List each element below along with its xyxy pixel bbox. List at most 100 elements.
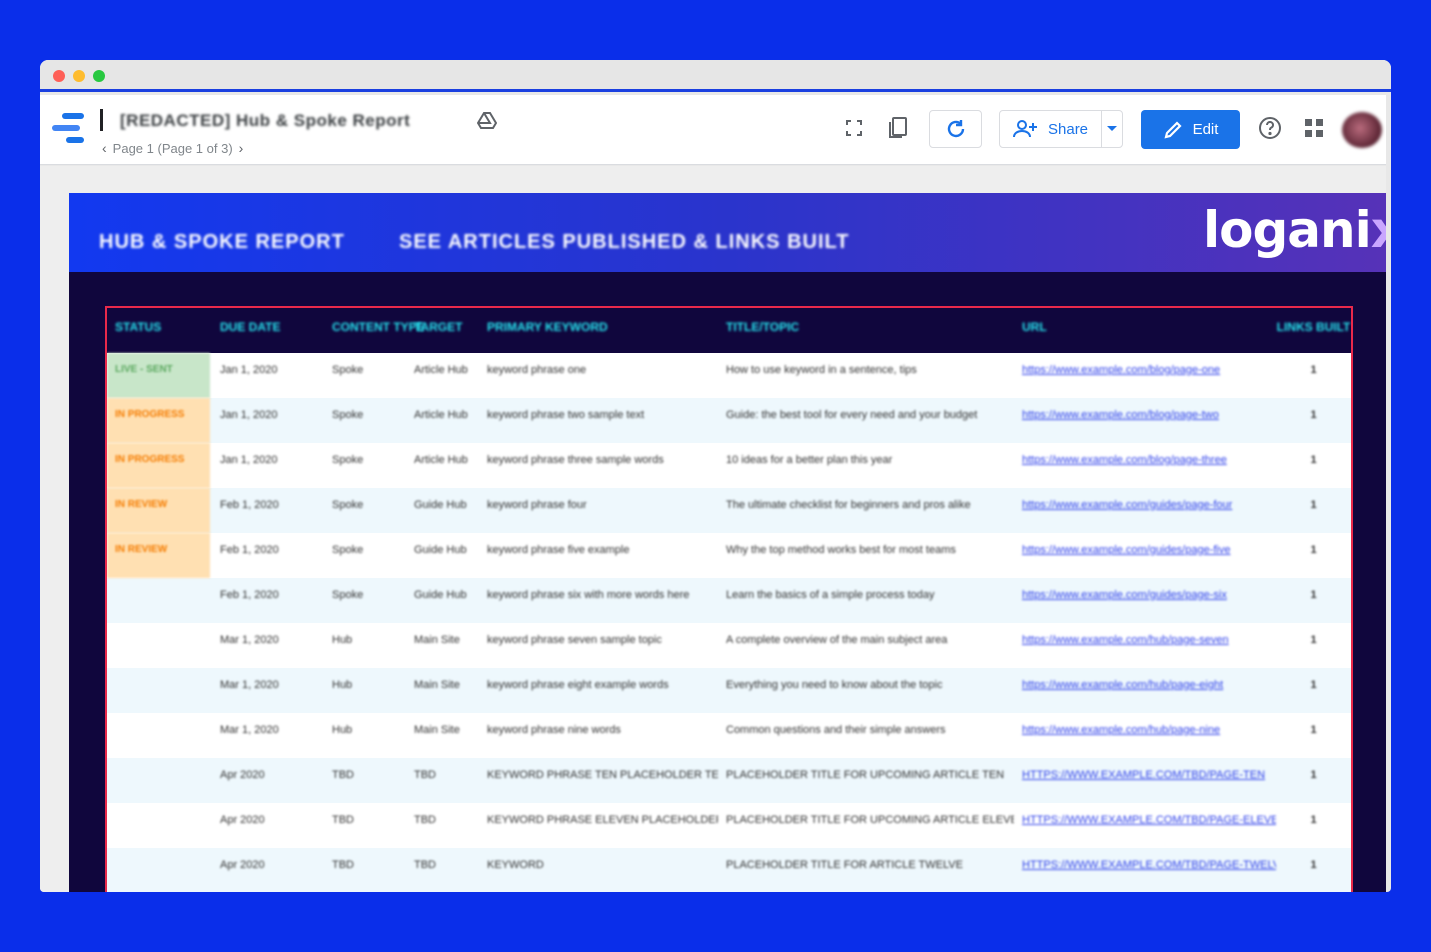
table-row[interactable]: IN REVIEW Feb 1, 2020 Spoke Guide Hub keywor… [107,488,1351,533]
column-header[interactable]: URL [1014,308,1276,353]
url-link[interactable]: https://www.example.com/hub/page-nine [1014,713,1276,758]
share-dropdown-caret-icon[interactable] [1107,126,1117,131]
maximize-window-button[interactable] [93,70,105,82]
url-link[interactable]: HTTPS://WWW.EXAMPLE.COM/TBD/PAGE-TEN [1014,758,1276,803]
table-row[interactable]: Apr 2020 TBD TBD KEYWORD PLACEHOLDER TITLE F… [107,848,1351,892]
table-cell-target: Guide Hub [414,589,467,601]
table-cell-date: Apr 2020 [220,769,265,781]
table-cell-target: TBD [414,814,436,826]
table-cell-keyword: KEYWORD PHRASE ELEVEN PLACEHOLDER [487,814,718,826]
table-cell-title: The ultimate checklist for beginners and… [726,499,971,511]
table-cell-date: Feb 1, 2020 [220,499,279,511]
report-canvas: HUB & SPOKE REPORT SEE ARTICLES PUBLISHE… [40,166,1386,892]
url-link[interactable]: https://www.example.com/guides/page-five [1014,533,1276,578]
table-cell-keyword: keyword phrase three sample words [487,454,664,466]
table-cell-status [107,758,210,803]
refresh-icon [947,120,964,138]
table-cell-date: Jan 1, 2020 [220,364,278,376]
table-cell-type: Hub [332,679,353,691]
table-cell-type: Hub [332,634,353,646]
table-cell-keyword: keyword phrase six with more words here [487,589,690,601]
prev-page-icon[interactable]: ‹ [102,140,107,156]
edit-button[interactable]: Edit [1141,110,1240,149]
fullscreen-icon[interactable] [841,115,867,141]
table-cell-date: Jan 1, 2020 [220,409,278,421]
table-cell-type: TBD [332,859,354,871]
title-cursor [100,109,103,131]
window-titlebar [40,60,1391,92]
table-cell-status [107,623,210,668]
table-row[interactable]: IN PROGRESS Jan 1, 2020 Spoke Article Hub ke… [107,398,1351,443]
close-window-button[interactable] [53,70,65,82]
table-row[interactable]: Mar 1, 2020 Hub Main Site keyword phrase ni… [107,713,1351,758]
page-navigator: ‹ Page 1 (Page 1 of 3) › [102,140,243,156]
url-link[interactable]: https://www.example.com/hub/page-seven [1014,623,1276,668]
url-link[interactable]: https://www.example.com/hub/page-eight [1014,668,1276,713]
table-cell-links: 1 [1310,724,1317,736]
table-cell-status [107,848,210,892]
table-cell-keyword: keyword phrase seven sample topic [487,634,662,646]
table-cell-title: PLACEHOLDER TITLE FOR ARTICLE TWELVE [726,859,963,871]
url-link[interactable]: HTTPS://WWW.EXAMPLE.COM/TBD/PAGE-TWELVE [1014,848,1276,892]
table-cell-target: Article Hub [414,454,468,466]
refresh-button[interactable] [929,110,982,148]
table-cell-keyword: keyword phrase five example [487,544,630,556]
content-table[interactable]: STATUS DUE DATE CONTENT TYPE TARGET PRIMARY … [105,306,1353,892]
url-link[interactable]: https://www.example.com/guides/page-four [1014,488,1276,533]
table-cell-status: IN REVIEW [107,488,210,533]
user-avatar[interactable] [1342,112,1382,148]
column-header[interactable]: STATUS [107,308,210,353]
table-cell-title: A complete overview of the main subject … [726,634,948,646]
table-row[interactable]: Feb 1, 2020 Spoke Guide Hub keyword phrase … [107,578,1351,623]
google-drive-icon[interactable] [476,112,498,130]
minimize-window-button[interactable] [73,70,85,82]
table-cell-date: Mar 1, 2020 [220,724,279,736]
table-cell-keyword: keyword phrase four [487,499,587,511]
table-cell-title: PLACEHOLDER TITLE FOR UPCOMING ARTICLE E… [726,814,1014,826]
table-cell-title: Learn the basics of a simple process tod… [726,589,935,601]
table-row[interactable]: IN PROGRESS Jan 1, 2020 Spoke Article Hub ke… [107,443,1351,488]
table-cell-title: Everything you need to know about the to… [726,679,943,691]
table-cell-date: Mar 1, 2020 [220,634,279,646]
table-cell-target: Main Site [414,634,460,646]
url-link[interactable]: HTTPS://WWW.EXAMPLE.COM/TBD/PAGE-ELEVEN [1014,803,1276,848]
table-cell-links: 1 [1310,589,1317,601]
column-header[interactable]: DUE DATE [210,308,308,353]
table-cell-date: Feb 1, 2020 [220,589,279,601]
help-icon[interactable] [1257,115,1283,141]
table-row[interactable]: Apr 2020 TBD TBD KEYWORD PHRASE TEN PLACEHO… [107,758,1351,803]
report-page: HUB & SPOKE REPORT SEE ARTICLES PUBLISHE… [69,193,1386,892]
table-cell-links: 1 [1310,814,1317,826]
copy-icon[interactable] [885,115,911,141]
table-row[interactable]: IN REVIEW Feb 1, 2020 Spoke Guide Hub keywor… [107,533,1351,578]
document-title[interactable]: [REDACTED] Hub & Spoke Report [120,111,460,131]
table-cell-links: 1 [1310,409,1317,421]
url-link[interactable]: https://www.example.com/blog/page-two [1014,398,1276,443]
column-header[interactable]: CONTENT TYPE [308,308,425,353]
table-row[interactable]: Mar 1, 2020 Hub Main Site keyword phrase ei… [107,668,1351,713]
table-cell-keyword: keyword phrase one [487,364,587,376]
table-cell-keyword: KEYWORD PHRASE TEN PLACEHOLDER TEXT [487,769,718,781]
page-indicator[interactable]: Page 1 (Page 1 of 3) [113,141,233,156]
table-cell-title: How to use keyword in a sentence, tips [726,364,917,376]
column-header[interactable]: LINKS BUILT [1276,308,1351,353]
next-page-icon[interactable]: › [239,140,244,156]
table-cell-links: 1 [1310,769,1317,781]
url-link[interactable]: https://www.example.com/blog/page-one [1014,353,1276,398]
share-button[interactable]: Share [999,110,1123,148]
table-row[interactable]: Mar 1, 2020 Hub Main Site keyword phrase se… [107,623,1351,668]
apps-grid-icon[interactable] [1301,115,1327,141]
url-link[interactable]: https://www.example.com/guides/page-six [1014,578,1276,623]
table-cell-type: Spoke [332,499,364,511]
table-cell-target: Main Site [414,679,460,691]
table-cell-target: Guide Hub [414,544,467,556]
table-row[interactable]: LIVE - SENT Jan 1, 2020 Spoke Article Hub ke… [107,353,1351,398]
table-cell-links: 1 [1310,364,1317,376]
data-studio-logo-icon[interactable] [52,113,86,145]
column-header[interactable]: TITLE/TOPIC [718,308,1014,353]
column-header[interactable]: PRIMARY KEYWORD [473,308,718,353]
table-row[interactable]: Apr 2020 TBD TBD KEYWORD PHRASE ELEVEN PLAC… [107,803,1351,848]
column-header[interactable]: TARGET [396,308,473,353]
url-link[interactable]: https://www.example.com/blog/page-three [1014,443,1276,488]
table-cell-links: 1 [1310,499,1317,511]
